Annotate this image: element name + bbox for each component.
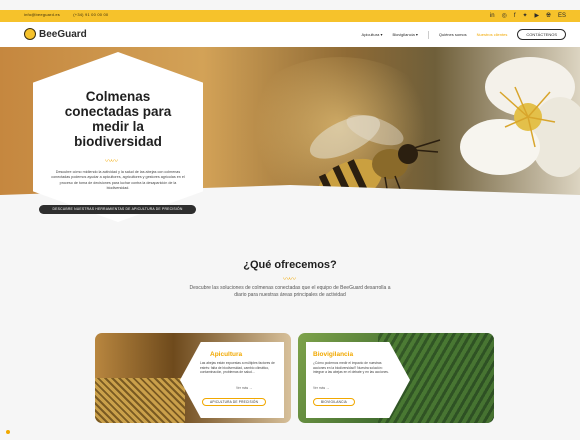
biovigilancia-more-link[interactable]: Ver más → [313,386,329,390]
language-selector[interactable]: ES [558,11,566,21]
twitter-icon[interactable]: ✦ [523,11,528,21]
bee-logo-icon [24,28,36,40]
globe-icon[interactable]: 🌐︎ [546,11,551,21]
page: info@beeguard.es (+34) 91 00 00 00 in ◎ … [0,0,580,440]
email-link[interactable]: info@beeguard.es [24,12,60,17]
apicultura-more-link[interactable]: Ver más → [236,386,252,390]
nav-item-quienes-somos[interactable]: Quiénes somos [439,32,467,37]
nav-item-biovigilancia[interactable]: Biovigilancia ▾ [392,32,417,37]
precision-beekeeping-button[interactable]: DESCUBRE NUESTRAS HERRAMIENTAS DE APICUL… [39,205,196,214]
contact-button[interactable]: CONTÁCTENOS [517,29,566,40]
nav-item-apicultura[interactable]: Apicultura ▾ [362,32,383,37]
contact-info: info@beeguard.es (+34) 91 00 00 00 [24,12,120,17]
linkedin-icon[interactable]: in [490,11,495,21]
top-contact-bar: info@beeguard.es (+34) 91 00 00 00 in ◎ … [0,10,580,22]
chevron-down-icon: ▾ [380,32,383,37]
apicultura-description: Las abejas están expuestas a múltiples f… [200,361,275,375]
logo[interactable]: BeeGuard [24,28,87,40]
instagram-icon[interactable]: ◎ [502,11,507,21]
apicultura-button[interactable]: APICULTURA DE PRECISIÓN [202,398,267,406]
wave-divider-icon: 〰〰 [105,158,118,165]
flower-illustration [460,57,580,177]
biovigilancia-button[interactable]: BIOVIGILANCIA [313,398,355,406]
nav-divider [427,30,429,39]
social-links: in ◎ f ✦ ▶ 🌐︎ ES [490,11,566,21]
biovigilancia-description: ¿Cómo podemos medir el impacto de nuestr… [313,361,389,375]
wave-divider-icon: 〰〰 [283,276,296,283]
section-description: Descubre las soluciones de colmenas cone… [189,285,391,298]
hero-description: Descubre cómo midiendo la actividad y la… [51,170,185,191]
accessibility-icon[interactable] [6,430,10,434]
chevron-down-icon: ▾ [415,32,418,37]
logo-text: BeeGuard [39,28,87,40]
nav-menu: Apicultura ▾ Biovigilancia ▾ Quiénes som… [362,29,566,40]
youtube-icon[interactable]: ▶ [535,11,540,21]
honeycomb-image [95,378,185,423]
phone-link[interactable]: (+34) 91 00 00 00 [73,12,108,17]
hero-title: Colmenas conectadas para medir la biodiv… [64,89,172,149]
main-navigation: BeeGuard Apicultura ▾ Biovigilancia ▾ Qu… [0,22,580,48]
biovigilancia-title: Biovigilancia [313,351,354,358]
nav-item-clientes[interactable]: Nuestros clientes [477,32,508,37]
apicultura-title: Apicultura [210,351,243,358]
section-title: ¿Qué ofrecemos? [243,259,337,271]
facebook-icon[interactable]: f [514,11,516,21]
